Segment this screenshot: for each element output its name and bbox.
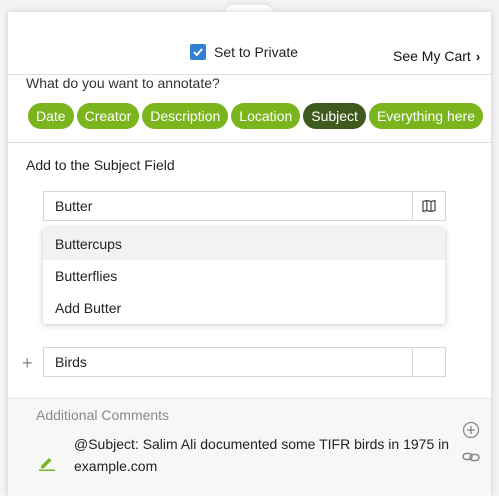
see-my-cart-link[interactable]: See My Cart ›: [393, 48, 480, 64]
private-toggle[interactable]: Set to Private: [190, 44, 298, 60]
subject-input[interactable]: Butter: [43, 191, 446, 221]
checkmark-icon: [193, 48, 203, 57]
comments-label: Additional Comments: [36, 407, 170, 423]
comment-actions: [462, 421, 480, 468]
chip-date[interactable]: Date: [28, 103, 74, 129]
additional-comments: Additional Comments @Subject: Salim Ali …: [8, 398, 491, 496]
chip-description[interactable]: Description: [142, 103, 229, 129]
divider: [8, 142, 491, 143]
subject-entry[interactable]: Birds: [43, 347, 446, 377]
chip-location[interactable]: Location: [231, 103, 301, 129]
suggestions-dropdown: Buttercups Butterflies Add Butter: [43, 228, 445, 324]
suggestion-item[interactable]: Buttercups: [43, 228, 445, 260]
chip-everything-here[interactable]: Everything here: [368, 103, 483, 129]
suggestion-item[interactable]: Butterflies: [43, 260, 445, 292]
subject-field-heading: Add to the Subject Field: [26, 157, 175, 173]
add-circle-icon[interactable]: [462, 421, 480, 444]
link-icon[interactable]: [462, 450, 480, 468]
suggestion-item[interactable]: Add Butter: [43, 292, 445, 324]
entry-button[interactable]: [412, 348, 445, 376]
annotate-chips: Date Creator Description Location Subjec…: [28, 103, 483, 129]
comment-text[interactable]: @Subject: Salim Ali documented some TIFR…: [74, 433, 454, 477]
add-icon[interactable]: +: [22, 353, 33, 374]
private-label: Set to Private: [214, 44, 299, 60]
annotate-question: What do you want to annotate?: [26, 75, 220, 91]
chip-creator[interactable]: Creator: [76, 103, 140, 129]
private-checkbox[interactable]: [190, 44, 206, 60]
annotation-panel: Set to Private See My Cart › What do you…: [8, 12, 491, 496]
cart-label: See My Cart: [393, 48, 471, 64]
pencil-icon[interactable]: [38, 455, 56, 476]
subject-entry-value[interactable]: Birds: [44, 354, 412, 370]
chevron-right-icon: ›: [475, 48, 481, 64]
chip-subject[interactable]: Subject: [303, 103, 366, 129]
map-button[interactable]: [412, 192, 445, 220]
subject-input-value[interactable]: Butter: [44, 198, 412, 214]
map-icon: [422, 200, 436, 212]
